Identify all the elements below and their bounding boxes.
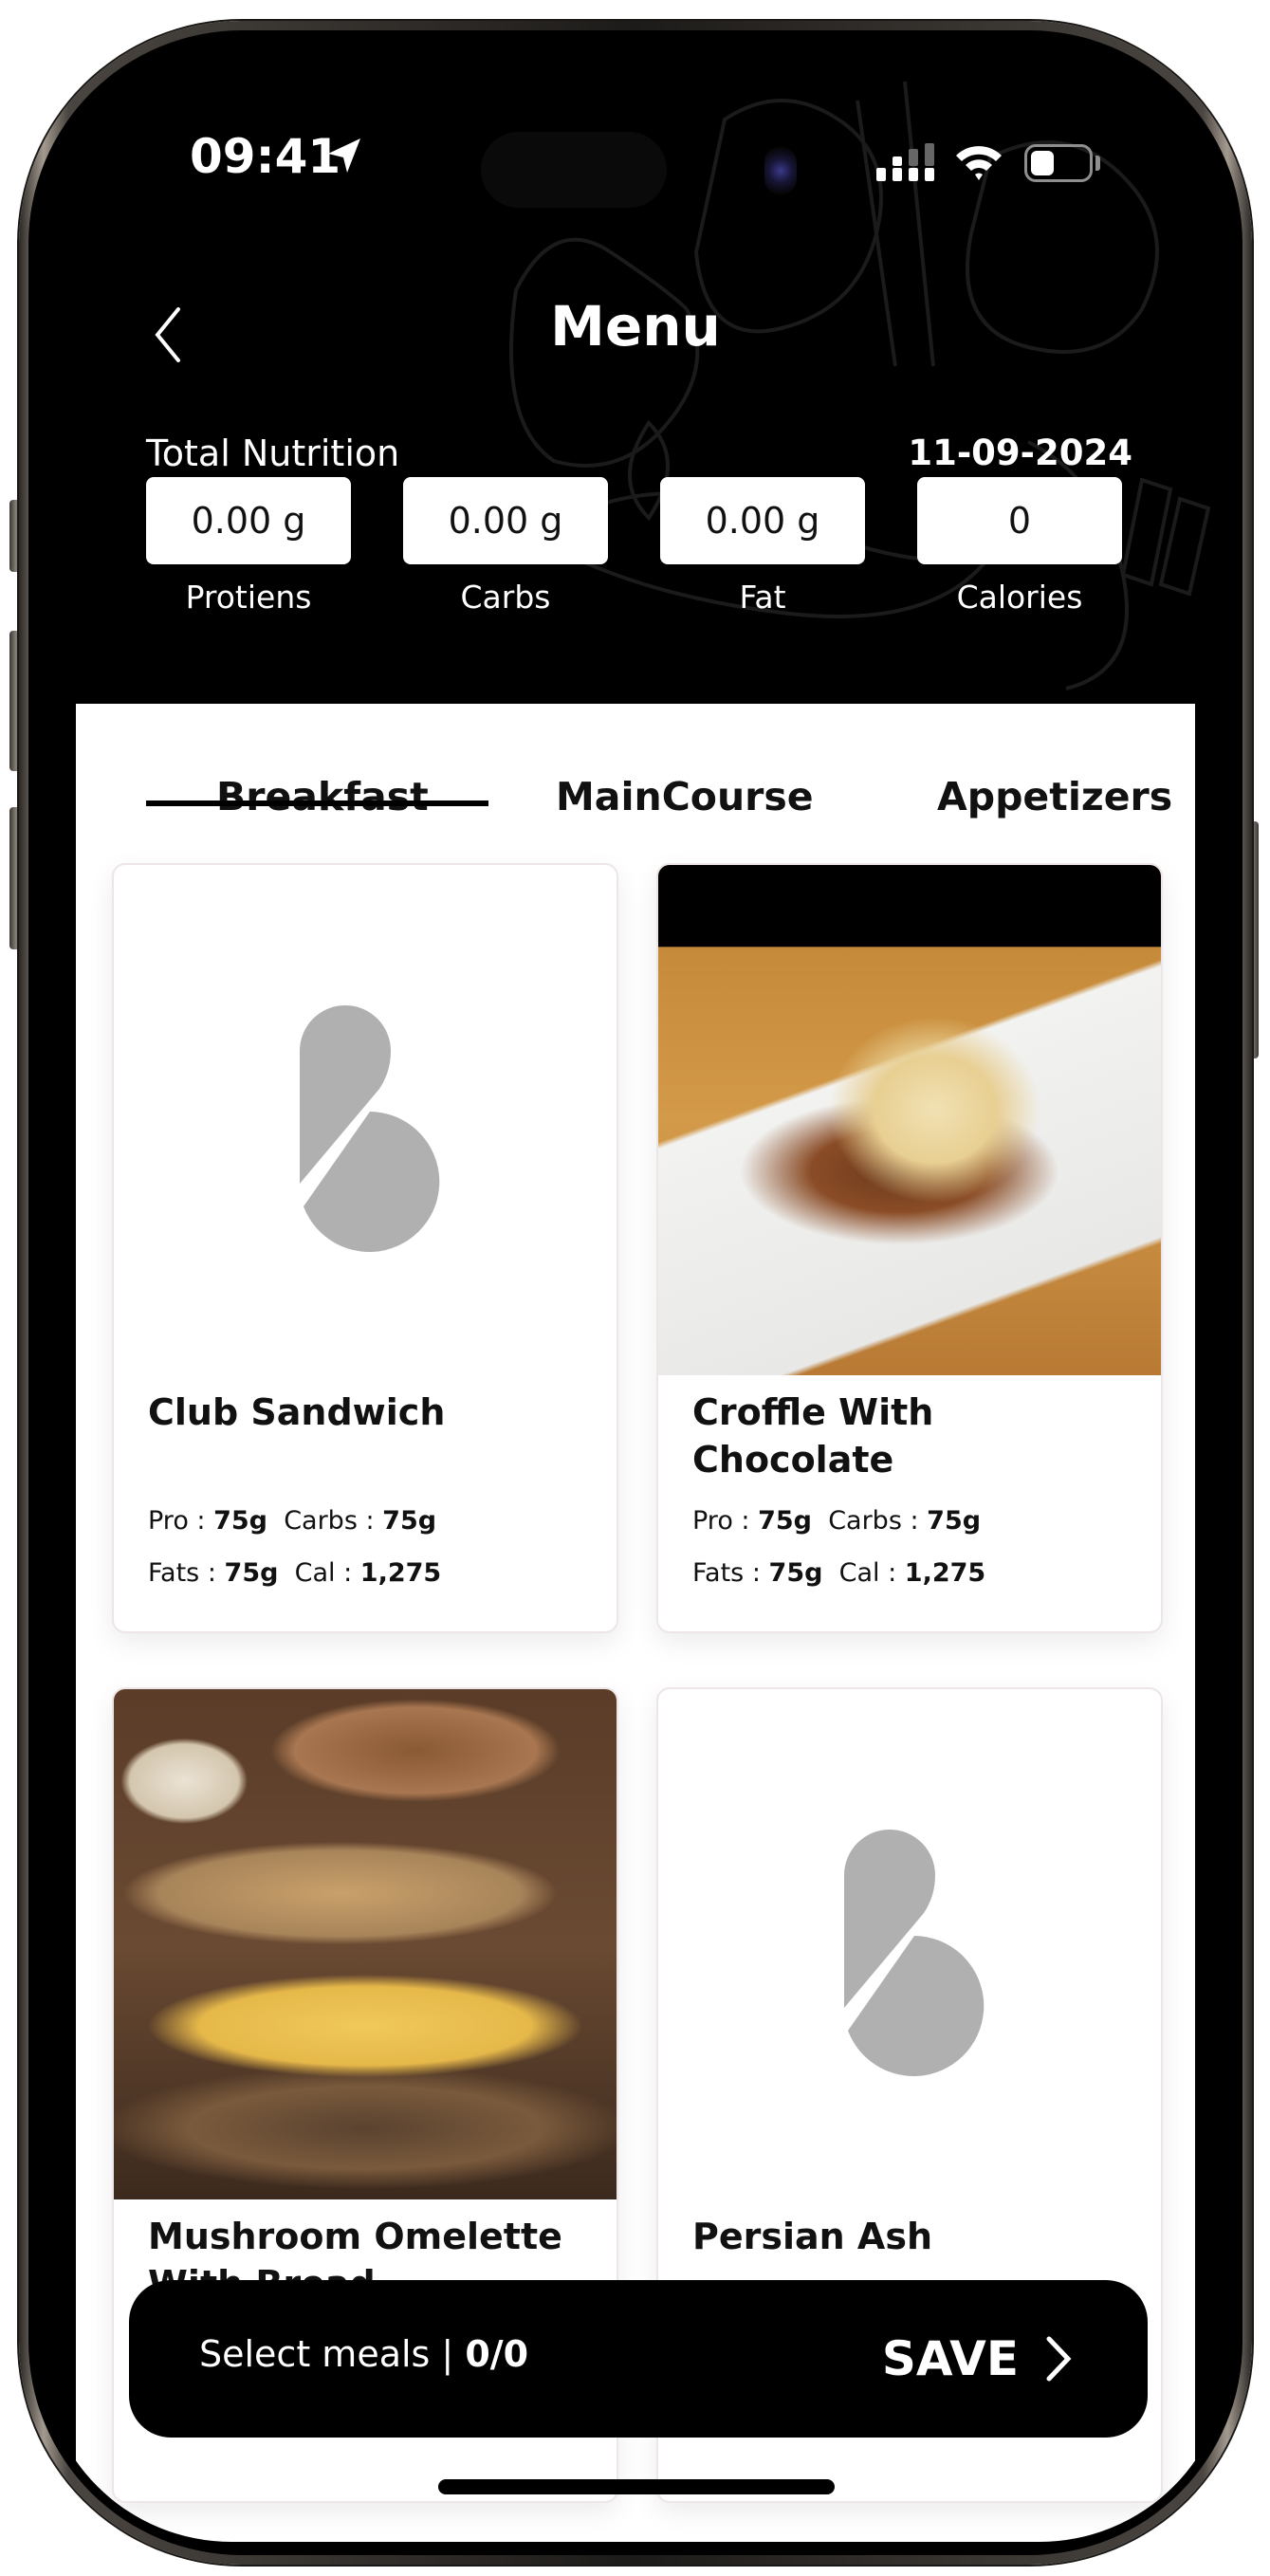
location-arrow-icon bbox=[328, 138, 360, 173]
carbs-value: 75g bbox=[382, 1506, 437, 1536]
save-bar: Select meals | 0/0 SAVE bbox=[129, 2280, 1148, 2438]
status-time: 09:41 bbox=[190, 129, 341, 184]
meal-count-value: 0/0 bbox=[465, 2333, 529, 2375]
meal-title: Persian Ash bbox=[692, 2216, 933, 2257]
meal-macros-line1: Pro : 75g Carbs : 75g bbox=[148, 1506, 437, 1536]
omelette-photo bbox=[114, 1689, 617, 2199]
carbs-total: 0.00 g bbox=[403, 477, 608, 564]
wifi-icon bbox=[956, 146, 1002, 180]
protein-total: 0.00 g bbox=[146, 477, 351, 564]
total-nutrition-label: Total Nutrition bbox=[146, 432, 400, 474]
fats-value: 75g bbox=[768, 1558, 823, 1588]
placeholder-logo-icon bbox=[844, 1830, 985, 2076]
tab-maincourse[interactable]: MainCourse bbox=[556, 774, 814, 819]
calories-label: Calories bbox=[956, 579, 1083, 616]
carbs-label: Carbs bbox=[460, 579, 551, 616]
calories-total: 0 bbox=[917, 477, 1122, 564]
meal-title: Croffle With Chocolate bbox=[692, 1391, 934, 1481]
chevron-right-icon bbox=[1046, 2336, 1072, 2382]
page-title: Menu bbox=[550, 294, 721, 359]
fat-label: Fat bbox=[739, 579, 786, 616]
tab-appetizers[interactable]: Appetizers bbox=[937, 774, 1172, 819]
selected-meals-count: Select meals | 0/0 bbox=[199, 2333, 529, 2375]
croffle-photo bbox=[658, 865, 1161, 1375]
battery-icon bbox=[1024, 144, 1093, 182]
tab-breakfast[interactable]: Breakfast bbox=[216, 774, 429, 819]
active-tab-indicator bbox=[146, 800, 488, 806]
save-label: SAVE bbox=[881, 2331, 1019, 2386]
protein-label: Protiens bbox=[185, 579, 312, 616]
cellular-signal-icon bbox=[876, 143, 934, 181]
calories-value: 1,275 bbox=[359, 1558, 442, 1588]
meal-macros-line2: Fats : 75g Cal : 1,275 bbox=[148, 1558, 442, 1588]
protein-value: 75g bbox=[758, 1506, 813, 1536]
save-button[interactable]: SAVE bbox=[882, 2318, 1072, 2400]
date-label[interactable]: 11-09-2024 bbox=[908, 432, 1132, 473]
meal-card-club-sandwich[interactable]: Club Sandwich Pro : 75g Carbs : 75g Fats… bbox=[112, 863, 618, 1633]
fat-total: 0.00 g bbox=[660, 477, 865, 564]
meal-title: Club Sandwich bbox=[148, 1391, 446, 1433]
meal-card-croffle[interactable]: Croffle With Chocolate Pro : 75g Carbs :… bbox=[656, 863, 1163, 1633]
home-indicator[interactable] bbox=[438, 2479, 835, 2494]
dynamic-island bbox=[481, 132, 667, 208]
meal-macros-line2: Fats : 75g Cal : 1,275 bbox=[692, 1558, 986, 1588]
placeholder-logo-icon bbox=[300, 1005, 440, 1252]
protein-value: 75g bbox=[213, 1506, 268, 1536]
carbs-value: 75g bbox=[927, 1506, 982, 1536]
app-screen: 09:41 Menu Total Nutrition 11-09-2024 0.… bbox=[42, 44, 1229, 2542]
meal-macros-line1: Pro : 75g Carbs : 75g bbox=[692, 1506, 982, 1536]
fats-value: 75g bbox=[224, 1558, 279, 1588]
calories-value: 1,275 bbox=[904, 1558, 986, 1588]
front-camera bbox=[764, 146, 797, 195]
